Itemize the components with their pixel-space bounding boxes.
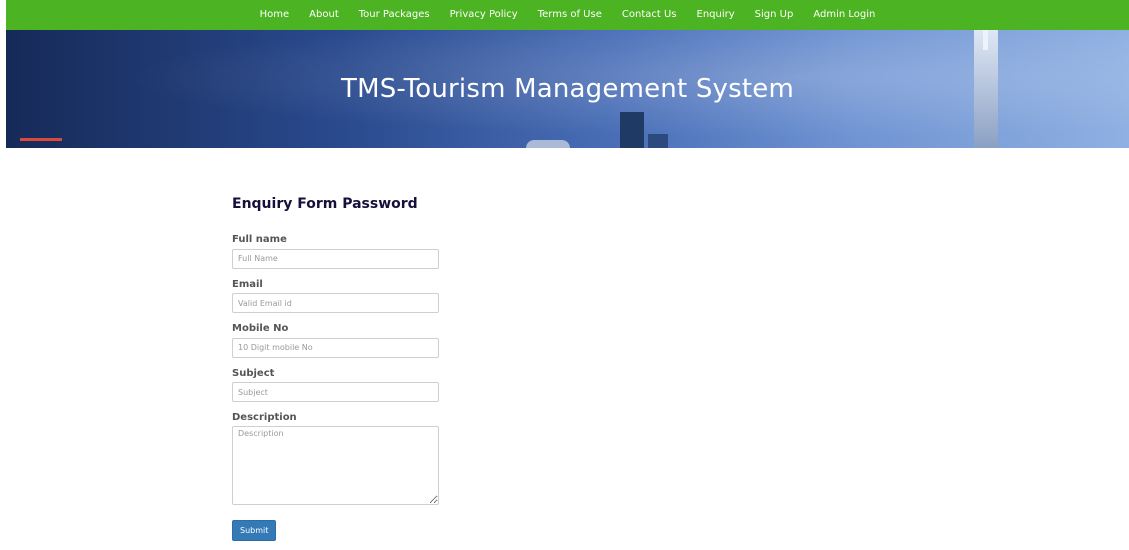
email-field-group: Email bbox=[232, 278, 442, 313]
email-input[interactable] bbox=[232, 293, 439, 313]
subject-field-group: Subject bbox=[232, 367, 442, 402]
mobile-field-group: Mobile No bbox=[232, 323, 442, 358]
form-title: Enquiry Form Password bbox=[232, 196, 418, 212]
subject-input[interactable] bbox=[232, 382, 439, 402]
mobile-input[interactable] bbox=[232, 337, 439, 358]
nav-item-tour-packages[interactable]: Tour Packages bbox=[349, 0, 440, 30]
skyline-building-mid bbox=[620, 112, 644, 148]
site-title: TMS-Tourism Management System bbox=[340, 74, 794, 104]
fullname-field-group: Full name bbox=[232, 234, 442, 269]
nav-item-enquiry[interactable]: Enquiry bbox=[687, 0, 745, 30]
nav-menu: Home About Tour Packages Privacy Policy … bbox=[250, 0, 886, 30]
nav-item-sign-up[interactable]: Sign Up bbox=[745, 0, 804, 30]
skyline-building-small bbox=[648, 134, 668, 148]
top-navigation-bar: Home About Tour Packages Privacy Policy … bbox=[6, 0, 1129, 30]
description-textarea[interactable] bbox=[232, 426, 439, 505]
subject-label: Subject bbox=[232, 367, 275, 379]
skyline-dome bbox=[526, 140, 570, 148]
mobile-label: Mobile No bbox=[232, 323, 289, 334]
fullname-input[interactable] bbox=[232, 248, 439, 269]
nav-item-admin-login[interactable]: Admin Login bbox=[803, 0, 885, 30]
nav-item-contact-us[interactable]: Contact Us bbox=[612, 0, 687, 30]
email-label: Email bbox=[232, 278, 263, 290]
enquiry-form: Enquiry Form Password Full name Email Mo… bbox=[232, 194, 442, 541]
submit-button[interactable]: Submit bbox=[232, 520, 277, 541]
nav-item-privacy-policy[interactable]: Privacy Policy bbox=[440, 0, 528, 30]
nav-item-home[interactable]: Home bbox=[250, 0, 300, 30]
skyline-crane bbox=[20, 138, 62, 141]
description-field-group: Description bbox=[232, 412, 442, 510]
fullname-label: Full name bbox=[232, 234, 287, 245]
nav-item-terms-of-use[interactable]: Terms of Use bbox=[528, 0, 612, 30]
skyline-spire bbox=[983, 30, 988, 50]
header-banner: TMS-Tourism Management System bbox=[6, 30, 1129, 148]
description-label: Description bbox=[232, 412, 297, 423]
nav-item-about[interactable]: About bbox=[299, 0, 349, 30]
